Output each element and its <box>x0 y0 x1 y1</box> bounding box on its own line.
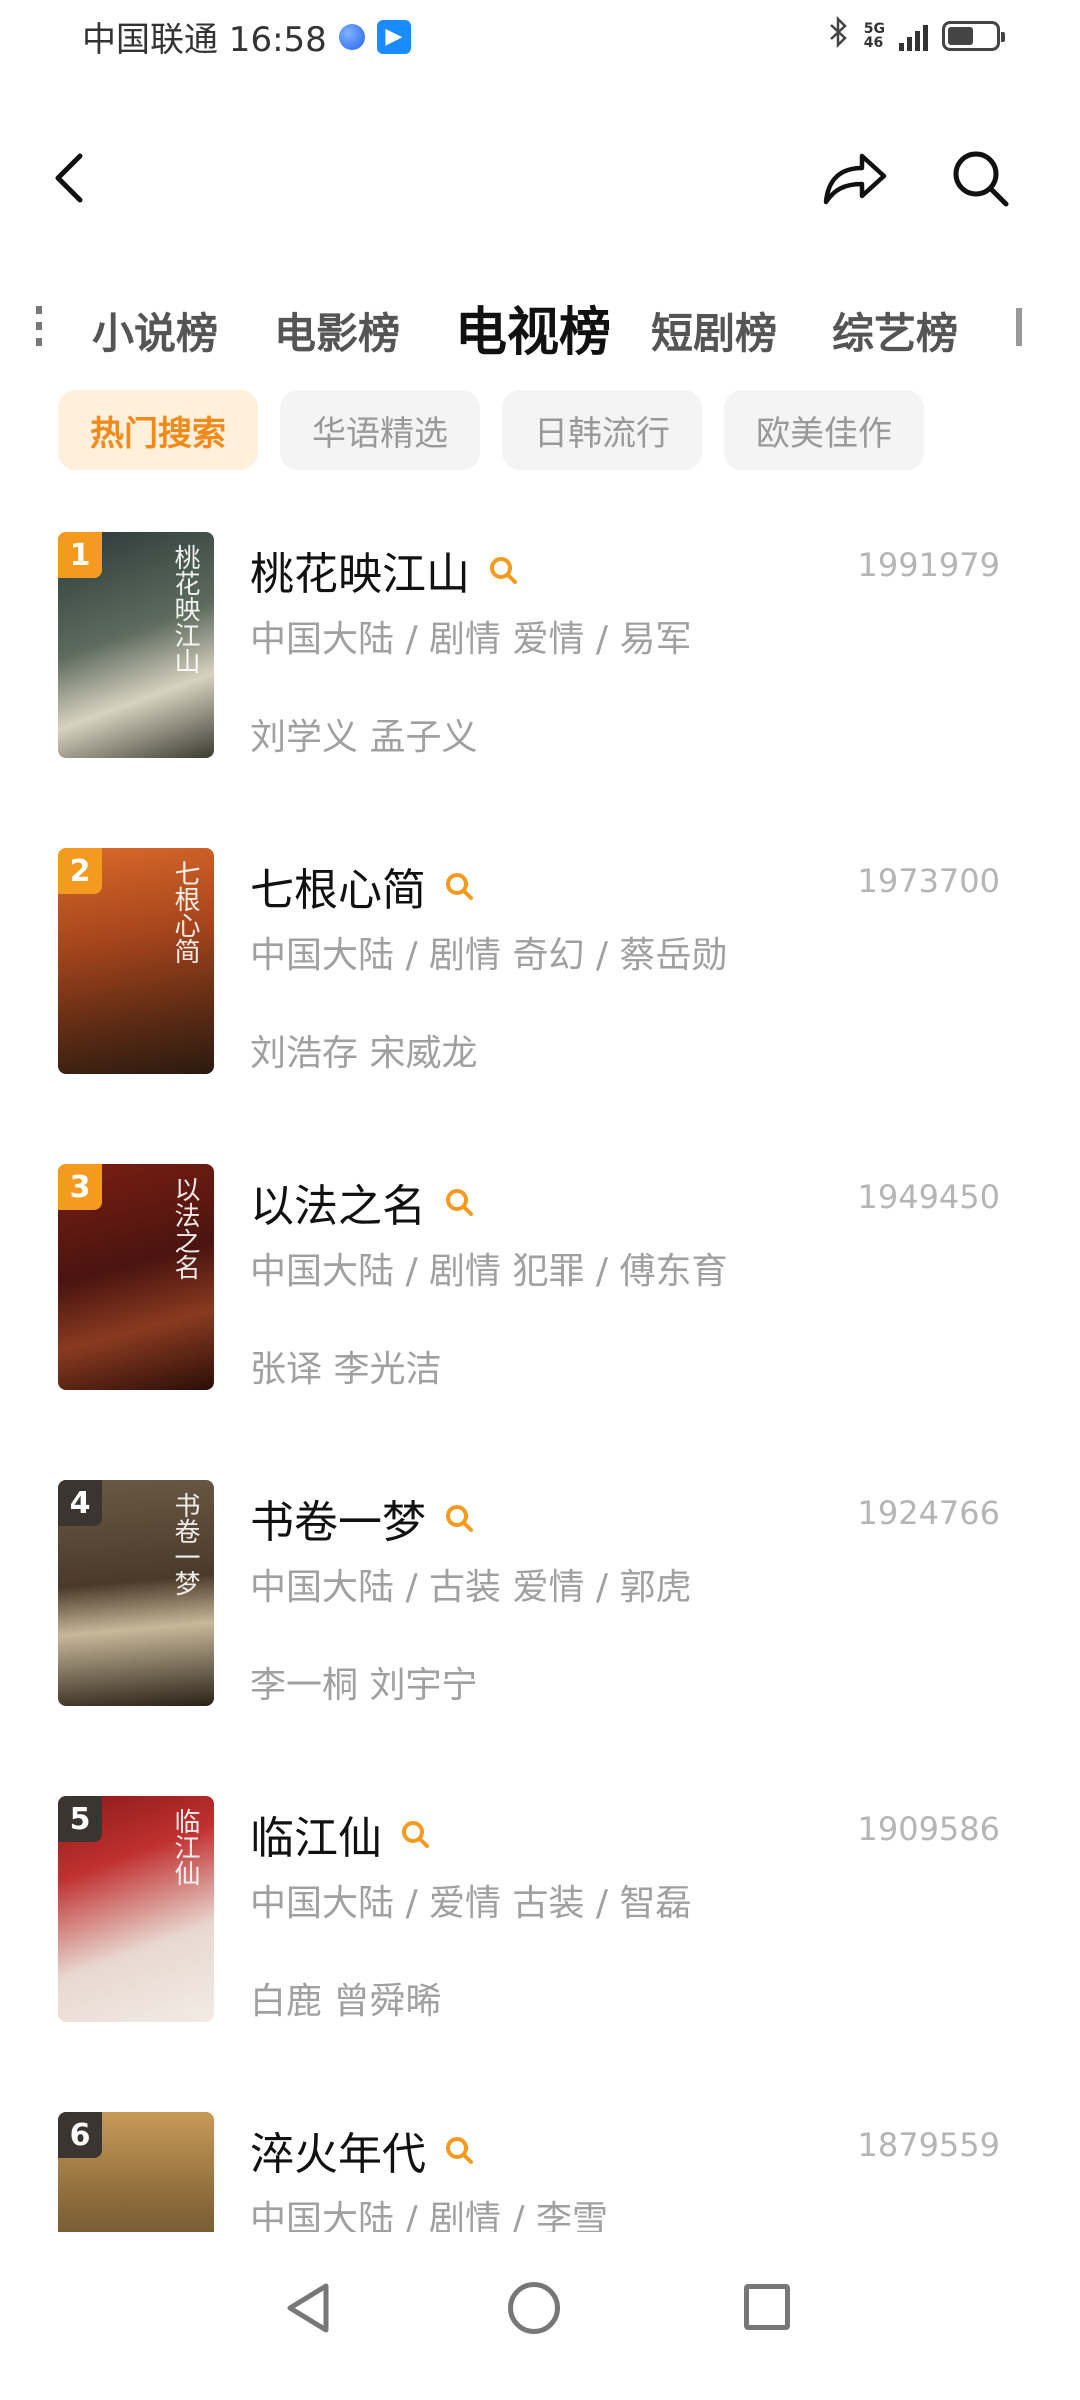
search-count: 1924766 <box>857 1494 1000 1532</box>
rank-list: 桃花映江山 1 桃花映江山 1991979 中国大陆 / 剧情 爱情 / 易军 … <box>0 532 1080 2232</box>
list-item[interactable]: 临江仙 5 临江仙 1909586 中国大陆 / 爱情 古装 / 智磊 白鹿 曾… <box>0 1796 1080 2022</box>
tab-variety[interactable]: 综艺榜 <box>832 300 958 361</box>
search-icon[interactable] <box>444 1187 474 1217</box>
tab-novel[interactable]: 小说榜 <box>92 300 218 361</box>
system-nav-bar <box>0 2232 1080 2400</box>
item-meta: 中国大陆 / 剧情 犯罪 / 傅东育 <box>250 1251 728 1292</box>
subtab-jp-kr[interactable]: 日韩流行 <box>502 390 702 470</box>
status-bar: 中国联通 16:58 ▶ 5G 46 <box>0 0 1080 72</box>
signal-icon <box>899 21 928 51</box>
search-icon[interactable] <box>488 555 518 585</box>
list-item[interactable]: 书卷一梦 4 书卷一梦 1924766 中国大陆 / 古装 爱情 / 郭虎 李一… <box>0 1480 1080 1706</box>
battery-icon <box>942 21 1005 51</box>
list-item[interactable]: 以法之名 3 以法之名 1949450 中国大陆 / 剧情 犯罪 / 傅东育 张… <box>0 1164 1080 1390</box>
item-meta: 中国大陆 / 爱情 古装 / 智磊 <box>250 1883 692 1924</box>
item-title[interactable]: 以法之名 <box>250 1170 474 1234</box>
nav-recent-icon[interactable] <box>744 2284 790 2330</box>
search-icon[interactable] <box>444 871 474 901</box>
subtab-western[interactable]: 欧美佳作 <box>724 390 924 470</box>
top-bar <box>0 130 1080 230</box>
rank-badge: 4 <box>58 1480 102 1526</box>
rank-badge: 3 <box>58 1164 102 1210</box>
bluetooth-icon <box>828 15 850 56</box>
poster[interactable]: 以法之名 3 <box>58 1164 214 1390</box>
list-item[interactable]: 6 淬火年代 1879559 中国大陆 / 剧情 / 李雪 <box>0 2112 1080 2232</box>
battery-level <box>948 27 974 45</box>
share-icon[interactable] <box>822 150 888 208</box>
list-item[interactable]: 桃花映江山 1 桃花映江山 1991979 中国大陆 / 剧情 爱情 / 易军 … <box>0 532 1080 758</box>
poster[interactable]: 临江仙 5 <box>58 1796 214 2022</box>
search-count: 1879559 <box>857 2126 1000 2164</box>
rank-badge: 5 <box>58 1796 102 1842</box>
item-title[interactable]: 七根心简 <box>250 854 474 918</box>
tab-tv[interactable]: 电视榜 <box>455 290 611 365</box>
search-count: 1949450 <box>857 1178 1000 1216</box>
poster[interactable]: 书卷一梦 4 <box>58 1480 214 1706</box>
poster[interactable]: 6 <box>58 2112 214 2232</box>
search-icon[interactable] <box>444 1503 474 1533</box>
item-cast: 刘浩存 宋威龙 <box>250 1033 478 1074</box>
sub-tabs: 热门搜索 华语精选 日韩流行 欧美佳作 <box>58 390 924 470</box>
item-meta: 中国大陆 / 剧情 奇幻 / 蔡岳勋 <box>250 935 728 976</box>
tab-short-drama[interactable]: 短剧榜 <box>651 300 777 361</box>
nav-home-icon[interactable] <box>508 2282 560 2334</box>
search-icon[interactable] <box>948 146 1012 210</box>
item-cast: 李一桐 刘宇宁 <box>250 1665 478 1706</box>
search-count: 1973700 <box>857 862 1000 900</box>
network-type: 5G 46 <box>863 21 885 51</box>
list-item[interactable]: 七根心简 2 七根心简 1973700 中国大陆 / 剧情 奇幻 / 蔡岳勋 刘… <box>0 848 1080 1074</box>
rank-badge: 1 <box>58 532 102 578</box>
item-meta: 中国大陆 / 古装 爱情 / 郭虎 <box>250 1567 692 1608</box>
cat-edge-fragment <box>36 306 44 346</box>
poster[interactable]: 桃花映江山 1 <box>58 532 214 758</box>
carrier-time: 中国联通 16:58 <box>82 20 327 60</box>
item-title[interactable]: 临江仙 <box>250 1802 430 1866</box>
poster[interactable]: 七根心简 2 <box>58 848 214 1074</box>
category-tabs: 小说榜 电影榜 电视榜 短剧榜 综艺榜 <box>0 290 1080 370</box>
item-title[interactable]: 淬火年代 <box>250 2118 474 2182</box>
status-left: 中国联通 16:58 ▶ <box>82 12 411 61</box>
rank-badge: 2 <box>58 848 102 894</box>
back-icon[interactable] <box>44 148 94 208</box>
subtab-chinese[interactable]: 华语精选 <box>280 390 480 470</box>
search-icon[interactable] <box>400 1819 430 1849</box>
nav-back-icon[interactable] <box>282 2280 334 2336</box>
item-cast: 白鹿 曾舜晞 <box>250 1981 442 2022</box>
tab-movie[interactable]: 电影榜 <box>274 300 400 361</box>
app-badge-icon: ▶ <box>376 19 411 54</box>
item-cast: 张译 李光洁 <box>250 1349 442 1390</box>
globe-icon <box>338 23 365 50</box>
cat-edge-fragment <box>1016 308 1026 346</box>
search-count: 1991979 <box>857 546 1000 584</box>
item-meta: 中国大陆 / 剧情 爱情 / 易军 <box>250 619 692 660</box>
rank-badge: 6 <box>58 2112 102 2158</box>
subtab-hot-search[interactable]: 热门搜索 <box>58 390 258 470</box>
item-title[interactable]: 桃花映江山 <box>250 538 518 602</box>
item-title[interactable]: 书卷一梦 <box>250 1486 474 1550</box>
item-cast: 刘学义 孟子义 <box>250 717 478 758</box>
search-icon[interactable] <box>444 2135 474 2165</box>
status-right: 5G 46 <box>828 15 1005 56</box>
search-count: 1909586 <box>857 1810 1000 1848</box>
item-meta: 中国大陆 / 剧情 / 李雪 <box>250 2199 609 2232</box>
